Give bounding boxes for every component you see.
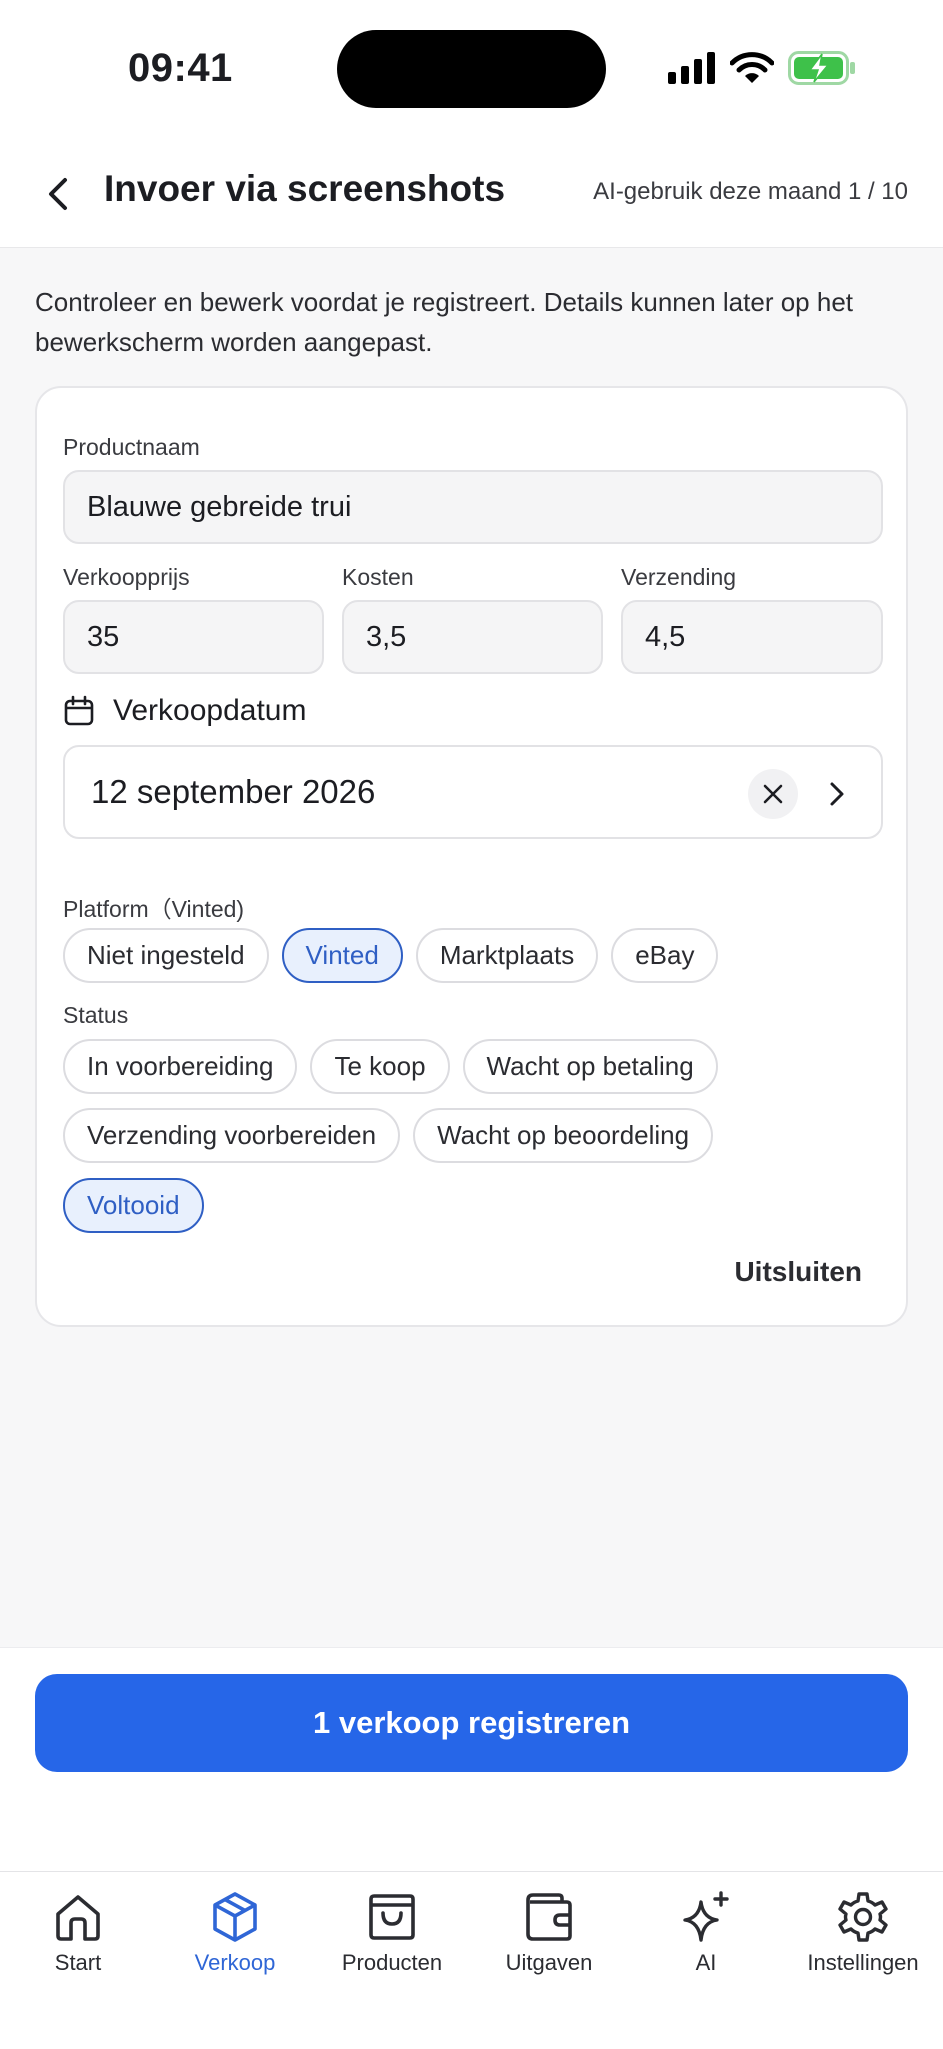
package-icon [213, 1892, 257, 1942]
calendar-icon [64, 695, 94, 726]
clear-date-button[interactable] [748, 769, 798, 819]
close-icon [763, 784, 783, 804]
wifi-icon [730, 52, 774, 83]
tab-label: AI [695, 1950, 717, 1975]
tab-uitgaven[interactable]: Uitgaven [469, 1890, 629, 1976]
tab-verkoop[interactable]: Verkoop [155, 1890, 315, 1976]
exclude-button[interactable]: Uitsluiten [734, 1256, 862, 1288]
platform-chip-ebay[interactable]: eBay [611, 928, 719, 983]
chevron-right-icon [830, 782, 844, 806]
status-chip-awaiting-review[interactable]: Wacht op beoordeling [413, 1108, 714, 1163]
tab-bar: Start Verkoop Producten Uitgaven AI Inst… [0, 1871, 943, 2049]
sale-date-label: Verkoopdatum [113, 694, 307, 727]
platform-chip-marktplaats[interactable]: Marktplaats [415, 928, 599, 983]
sparkle-icon [683, 1891, 729, 1942]
cellular-signal-icon [668, 52, 715, 84]
wallet-icon [526, 1893, 572, 1941]
status-label: Status [63, 1002, 129, 1028]
status-chip-row-1: In voorbereiding Te koop Wacht op betali… [63, 1039, 718, 1094]
status-chip-prepare-shipping[interactable]: Verzending voorbereiden [63, 1108, 401, 1163]
shipping-label: Verzending [621, 564, 737, 590]
status-chip-awaiting-payment[interactable]: Wacht op betaling [462, 1039, 718, 1094]
platform-chip-not-set[interactable]: Niet ingesteld [63, 928, 269, 983]
status-time: 09:41 [128, 46, 233, 90]
back-button[interactable] [38, 170, 78, 218]
status-chip-for-sale[interactable]: Te koop [310, 1039, 450, 1094]
tab-start[interactable]: Start [0, 1890, 158, 1976]
tab-label: Verkoop [194, 1950, 276, 1975]
status-bar: 09:41 [0, 0, 943, 140]
tab-label: Start [54, 1950, 102, 1975]
tab-ai[interactable]: AI [626, 1890, 786, 1976]
chevron-left-icon [49, 178, 67, 210]
platform-chip-vinted[interactable]: Vinted [281, 928, 403, 983]
platform-chip-group: Niet ingesteld Vinted Marktplaats eBay [63, 928, 719, 983]
dynamic-island [337, 30, 606, 108]
open-date-button[interactable] [817, 769, 857, 819]
cost-input[interactable]: 3,5 [342, 600, 603, 674]
page-title: Invoer via screenshots [104, 168, 506, 209]
shopping-bag-icon [369, 1894, 415, 1940]
status-icons [668, 50, 856, 86]
status-chip-row-3: Voltooid [63, 1178, 204, 1233]
price-input[interactable]: 35 [63, 600, 324, 674]
tab-label: Uitgaven [505, 1950, 593, 1975]
price-label: Verkoopprijs [63, 564, 190, 590]
home-icon [56, 1895, 100, 1941]
battery-charging-icon [788, 51, 855, 85]
tab-label: Instellingen [807, 1950, 919, 1975]
sale-date-picker[interactable]: 12 september 2026 [63, 745, 883, 839]
product-name-label: Productnaam [63, 434, 200, 460]
tab-instellingen[interactable]: Instellingen [783, 1890, 943, 1976]
gear-icon [838, 1892, 888, 1942]
tab-producten[interactable]: Producten [312, 1890, 472, 1976]
sale-review-card: Productnaam Blauwe gebreide trui Verkoop… [35, 386, 908, 1327]
bottom-action-area: 1 verkoop registreren [0, 1647, 943, 1871]
platform-label: Platform（Vinted) [63, 896, 245, 922]
ai-usage-counter: AI-gebruik deze maand 1 / 10 [593, 178, 908, 205]
tab-label: Producten [341, 1950, 443, 1975]
status-chip-completed[interactable]: Voltooid [63, 1178, 204, 1233]
sale-date-value: 12 september 2026 [91, 773, 376, 810]
status-chip-row-2: Verzending voorbereiden Wacht op beoorde… [63, 1108, 714, 1163]
register-sale-button[interactable]: 1 verkoop registreren [35, 1674, 908, 1772]
product-name-input[interactable]: Blauwe gebreide trui [63, 470, 883, 544]
status-chip-in-preparation[interactable]: In voorbereiding [63, 1039, 298, 1094]
shipping-input[interactable]: 4,5 [621, 600, 883, 674]
intro-text: Controleer en bewerk voordat je registre… [35, 287, 853, 357]
sale-date-heading: Verkoopdatum [63, 694, 306, 728]
cost-label: Kosten [342, 564, 414, 590]
navigation-header: Invoer via screenshots AI-gebruik deze m… [0, 140, 943, 248]
